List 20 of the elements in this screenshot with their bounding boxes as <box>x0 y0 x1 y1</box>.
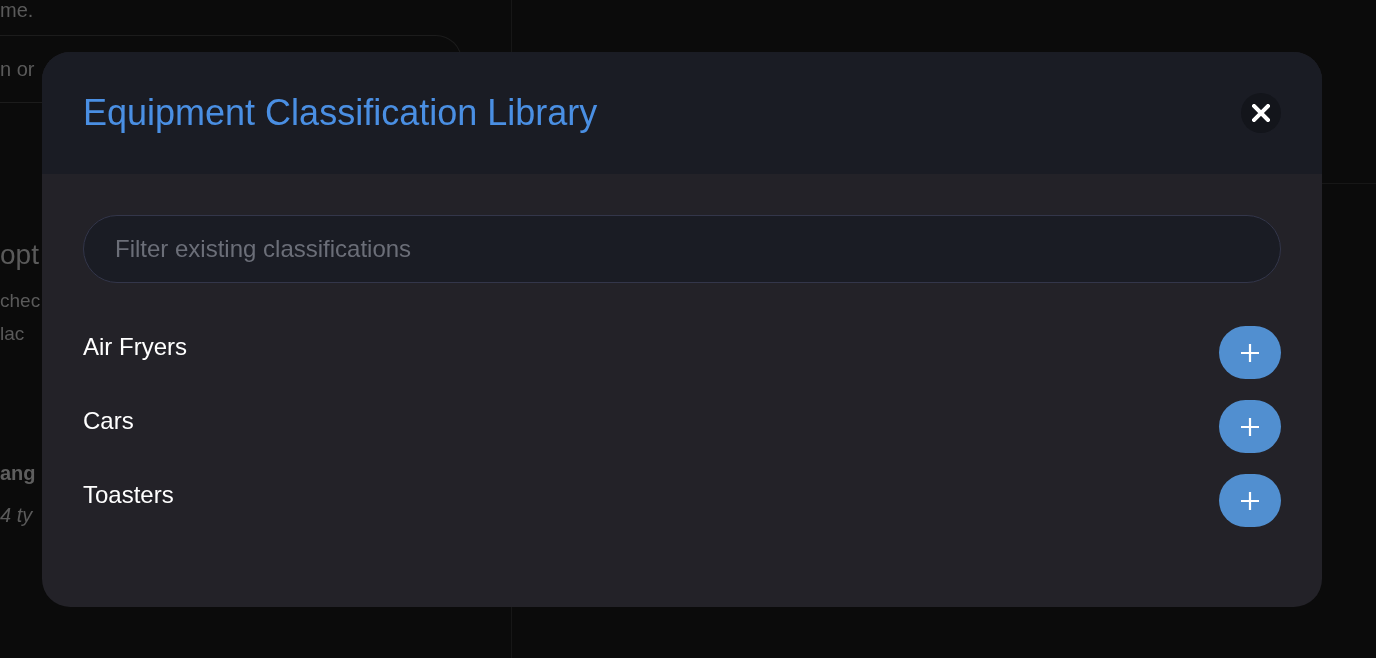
plus-icon <box>1240 490 1260 511</box>
close-button[interactable] <box>1241 93 1281 133</box>
plus-icon <box>1240 416 1260 437</box>
add-button[interactable] <box>1219 474 1281 527</box>
section-heading: opt <box>0 238 39 272</box>
classification-name: Cars <box>83 406 134 436</box>
field-text: n or <box>0 57 35 82</box>
classification-name: Air Fryers <box>83 332 187 362</box>
description-text: chec <box>0 289 41 313</box>
add-button[interactable] <box>1219 326 1281 379</box>
item-title: ang <box>0 461 36 486</box>
item-subtitle: 4 ty <box>0 503 33 528</box>
plus-icon <box>1240 342 1260 363</box>
description-text: lac <box>0 322 25 346</box>
classification-name: Toasters <box>83 480 174 510</box>
close-icon <box>1252 104 1270 122</box>
filter-field[interactable]: Filter existing classifications <box>83 215 1281 283</box>
dialog-title: Equipment Classification Library <box>83 91 598 135</box>
text-line: me. <box>0 0 34 20</box>
add-button[interactable] <box>1219 400 1281 453</box>
